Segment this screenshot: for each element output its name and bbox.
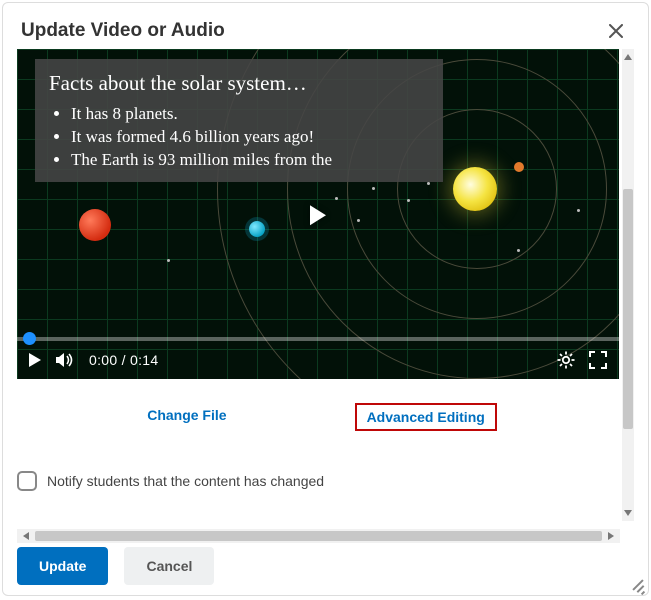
play-button[interactable] <box>29 353 41 367</box>
play-overlay-button[interactable] <box>310 205 326 225</box>
scroll-left-arrow-icon[interactable] <box>21 532 29 540</box>
volume-icon <box>55 351 75 369</box>
resize-handle[interactable] <box>628 575 644 591</box>
notify-checkbox[interactable] <box>17 471 37 491</box>
video-controls: 0:00 / 0:14 <box>17 341 619 379</box>
scroll-right-arrow-icon[interactable] <box>608 532 616 540</box>
settings-button[interactable] <box>557 351 575 369</box>
advanced-editing-link[interactable]: Advanced Editing <box>355 403 497 431</box>
caption-list: It has 8 planets. It was formed 4.6 bill… <box>49 103 423 172</box>
update-button[interactable]: Update <box>17 547 108 585</box>
notify-row: Notify students that the content has cha… <box>17 471 634 491</box>
dialog-footer: Update Cancel <box>17 547 634 585</box>
time-display: 0:00 / 0:14 <box>89 352 158 368</box>
caption-title: Facts about the solar system… <box>49 69 423 97</box>
dialog-title: Update Video or Audio <box>21 20 225 42</box>
horizontal-scrollbar[interactable] <box>17 529 620 543</box>
vertical-scrollbar[interactable] <box>622 49 634 521</box>
dialog-header: Update Video or Audio <box>3 3 648 55</box>
close-icon <box>609 24 623 38</box>
planet-graphic <box>79 209 111 241</box>
fullscreen-icon <box>589 351 607 369</box>
fullscreen-button[interactable] <box>589 351 607 369</box>
scrollbar-thumb[interactable] <box>623 189 633 429</box>
caption-item: The Earth is 93 million miles from the <box>71 149 423 172</box>
cancel-button[interactable]: Cancel <box>124 547 214 585</box>
scroll-down-arrow-icon[interactable] <box>624 510 632 518</box>
notify-label: Notify students that the content has cha… <box>47 473 324 489</box>
scroll-up-arrow-icon[interactable] <box>624 52 632 60</box>
scrollbar-thumb[interactable] <box>35 531 602 541</box>
dialog-content: Facts about the solar system… It has 8 p… <box>17 49 634 543</box>
update-media-dialog: Update Video or Audio Facts about the so… <box>2 2 649 596</box>
video-caption-overlay: Facts about the solar system… It has 8 p… <box>35 59 443 182</box>
volume-button[interactable] <box>55 351 75 369</box>
video-player[interactable]: Facts about the solar system… It has 8 p… <box>17 49 619 379</box>
planet-graphic <box>514 162 524 172</box>
caption-item: It has 8 planets. <box>71 103 423 126</box>
gear-icon <box>557 351 575 369</box>
sun-graphic <box>453 167 497 211</box>
file-actions-row: Change File Advanced Editing <box>17 403 619 431</box>
planet-graphic <box>249 221 265 237</box>
change-file-link[interactable]: Change File <box>139 403 234 431</box>
close-button[interactable] <box>602 17 630 45</box>
caption-item: It was formed 4.6 billion years ago! <box>71 126 423 149</box>
